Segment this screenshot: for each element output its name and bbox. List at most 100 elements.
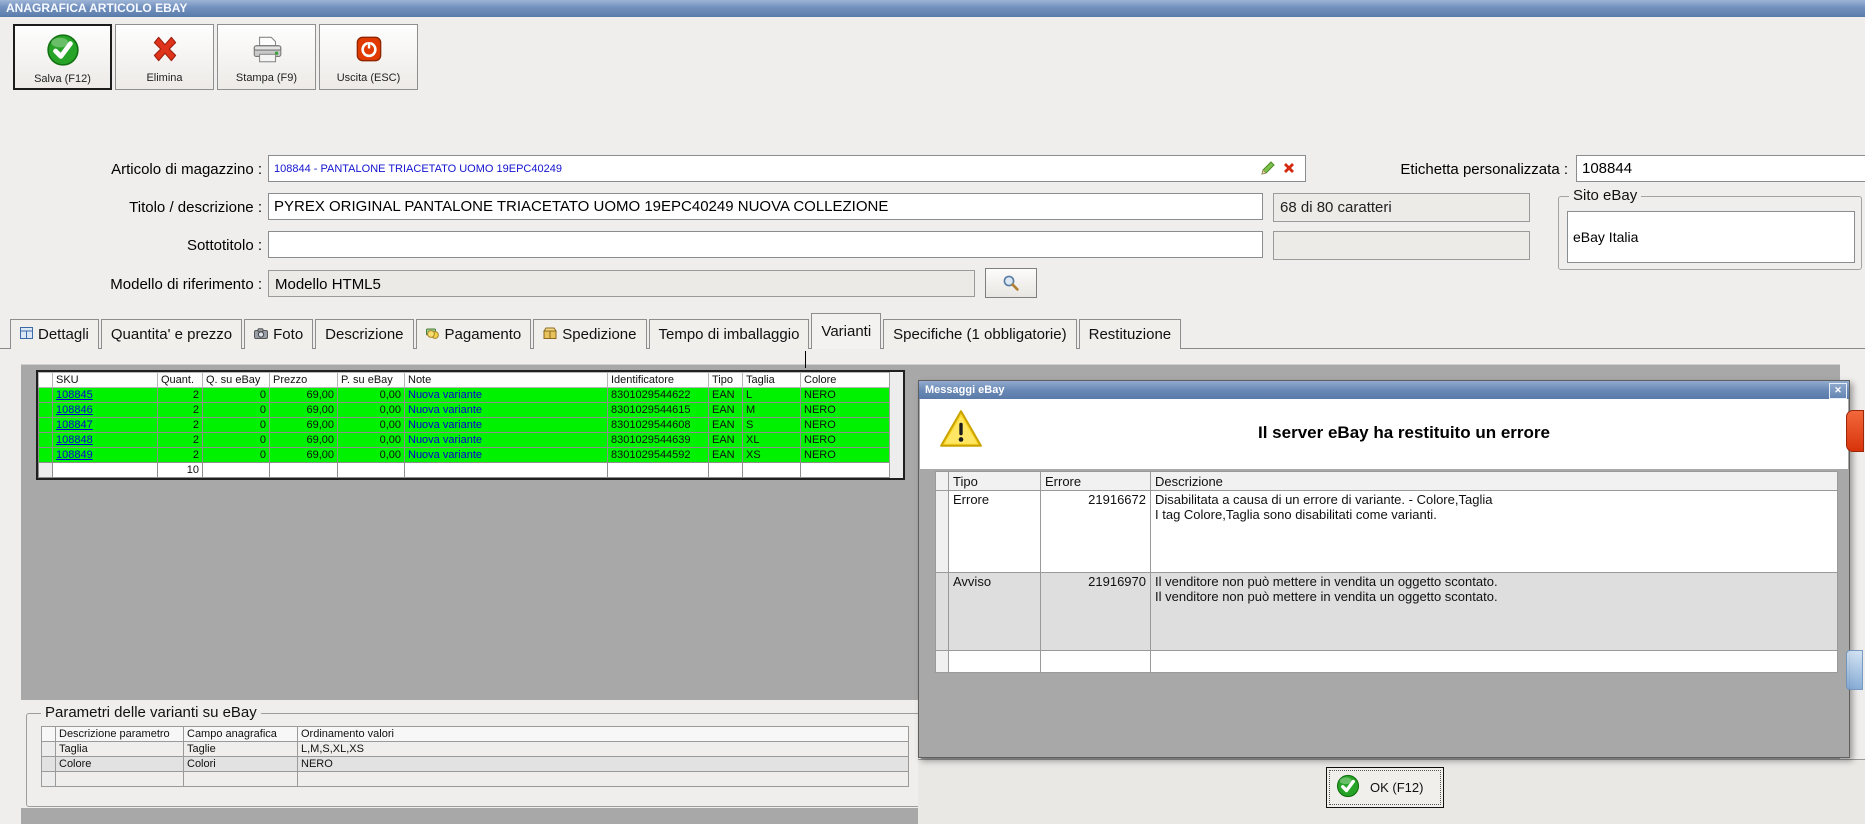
row-selector <box>38 387 53 403</box>
sku-link[interactable]: 108848 <box>56 434 93 446</box>
modello-input[interactable]: Modello HTML5 <box>268 270 975 297</box>
variant-row[interactable]: 108849 2 0 69,00 0,00 Nuova variante 830… <box>38 447 890 463</box>
cell-ordinamento: NERO <box>297 756 909 772</box>
tab-dettagli[interactable]: Dettagli <box>10 319 99 349</box>
tab-quantita-e-prezzo[interactable]: Quantita' e prezzo <box>100 319 243 349</box>
modello-label: Modello di riferimento : <box>110 276 262 293</box>
cell-qebay: 0 <box>202 402 270 418</box>
variant-row[interactable]: 108848 2 0 69,00 0,00 Nuova variante 830… <box>38 432 890 448</box>
tab-tempo-di-imballaggio[interactable]: Tempo di imballaggio <box>648 319 810 349</box>
parametri-table: Descrizione parametro Campo anagrafica O… <box>41 726 909 787</box>
tab-specifiche[interactable]: Specifiche (1 obbligatorie) <box>883 319 1077 349</box>
clear-x-icon[interactable] <box>1281 160 1297 176</box>
row-selector <box>41 741 56 757</box>
ok-button[interactable]: OK (F12) <box>1326 767 1444 808</box>
dialog-close-button[interactable]: ✕ <box>1829 383 1847 399</box>
variants-vertical-scrollbar[interactable] <box>889 372 903 478</box>
articolo-field-wrap <box>268 155 1306 182</box>
titolo-input[interactable] <box>268 193 1263 220</box>
print-button-label: Stampa (F9) <box>235 72 298 84</box>
tab-spedizione[interactable]: Spedizione <box>533 319 647 349</box>
cell-note: Nuova variante <box>404 447 608 463</box>
message-row-errore[interactable]: Errore 21916672 Disabilitata a causa di … <box>935 490 1838 573</box>
cell-identificatore: 8301029544615 <box>607 402 709 418</box>
sku-link[interactable]: 108846 <box>56 404 93 416</box>
tab-foto[interactable]: Foto <box>244 319 314 349</box>
cell-qebay: 0 <box>202 387 270 403</box>
col-q-su-ebay: Q. su eBay <box>202 372 270 388</box>
cell-colore: NERO <box>800 402 890 418</box>
app-window: ANAGRAFICA ARTICOLO EBAY Salva (F12) Eli… <box>0 0 1865 824</box>
money-icon <box>425 326 440 343</box>
col-p-su-ebay: P. su eBay <box>337 372 405 388</box>
edit-pencil-icon[interactable] <box>1260 160 1276 176</box>
variants-header-row: SKU Quant. Q. su eBay Prezzo P. su eBay … <box>38 372 890 388</box>
cell-identificatore: 8301029544639 <box>607 432 709 448</box>
dialog-title: Messaggi eBay <box>925 384 1005 396</box>
tab-varianti[interactable]: Varianti <box>811 313 882 349</box>
articolo-input[interactable] <box>268 155 1306 182</box>
cell-note: Nuova variante <box>404 402 608 418</box>
variant-row[interactable]: 108847 2 0 69,00 0,00 Nuova variante 830… <box>38 417 890 433</box>
cell-qebay: 0 <box>202 417 270 433</box>
save-check-icon <box>46 33 80 67</box>
sku-link[interactable]: 108845 <box>56 389 93 401</box>
message-row-empty <box>935 650 1838 673</box>
row-selector <box>41 756 56 772</box>
cell-pebay: 0,00 <box>337 447 405 463</box>
dialog-footer-strip: OK (F12) <box>918 759 1865 824</box>
sku-link[interactable]: 108847 <box>56 419 93 431</box>
col-taglia: Taglia <box>742 372 801 388</box>
empty-counter-box <box>1273 231 1530 260</box>
cell-colore: NERO <box>800 387 890 403</box>
cell-pebay: 0,00 <box>337 402 405 418</box>
row-selector <box>38 462 53 478</box>
row-selector <box>38 417 53 433</box>
cell-taglia: M <box>742 402 801 418</box>
cell-colore: NERO <box>800 432 890 448</box>
messages-header-row: Tipo Errore Descrizione <box>935 471 1838 491</box>
cell-descrizione: Colore <box>55 756 184 772</box>
save-button[interactable]: Salva (F12) <box>13 24 112 90</box>
etichetta-label: Etichetta personalizzata : <box>1400 161 1568 178</box>
message-row-avviso[interactable]: Avviso 21916970 Il venditore non può met… <box>935 572 1838 651</box>
cell-colore: NERO <box>800 447 890 463</box>
cell-note: Nuova variante <box>404 432 608 448</box>
parametro-row[interactable]: Taglia Taglie L,M,S,XL,XS <box>41 741 909 757</box>
variants-table: SKU Quant. Q. su eBay Prezzo P. su eBay … <box>38 372 890 478</box>
tab-strip: Dettagli Quantita' e prezzo Foto Descriz… <box>10 313 1183 349</box>
cell-tipo: Errore <box>948 490 1041 573</box>
col-ordinamento-valori: Ordinamento valori <box>297 726 909 742</box>
etichetta-input[interactable] <box>1576 155 1865 182</box>
sito-ebay-group: Sito eBay <box>1558 187 1862 270</box>
tab-pagamento[interactable]: Pagamento <box>415 319 532 349</box>
col-descrizione: Descrizione <box>1150 471 1838 491</box>
exit-button[interactable]: Uscita (ESC) <box>319 24 418 90</box>
sku-link[interactable]: 108849 <box>56 449 93 461</box>
cell-campo: Colori <box>183 756 298 772</box>
variant-row[interactable]: 108845 2 0 69,00 0,00 Nuova variante 830… <box>38 387 890 403</box>
delete-button[interactable]: Elimina <box>115 24 214 90</box>
tab-descrizione[interactable]: Descrizione <box>315 319 414 349</box>
col-descrizione-parametro: Descrizione parametro <box>55 726 184 742</box>
print-button[interactable]: Stampa (F9) <box>217 24 316 90</box>
sito-ebay-input[interactable] <box>1567 211 1855 263</box>
cell-identificatore: 8301029544592 <box>607 447 709 463</box>
cell-descrizione: Taglia <box>55 741 184 757</box>
save-button-label: Salva (F12) <box>34 73 91 85</box>
ok-button-label: OK (F12) <box>1370 780 1424 795</box>
exit-button-label: Uscita (ESC) <box>336 72 401 84</box>
cell-pebay: 0,00 <box>337 432 405 448</box>
variant-row[interactable]: 108846 2 0 69,00 0,00 Nuova variante 830… <box>38 402 890 418</box>
sottotitolo-input[interactable] <box>268 231 1263 258</box>
parametro-row[interactable]: Colore Colori NERO <box>41 756 909 772</box>
dialog-header-area: Il server eBay ha restituito un errore <box>920 399 1848 469</box>
modello-search-button[interactable] <box>985 268 1037 298</box>
tab-restituzione[interactable]: Restituzione <box>1078 319 1182 349</box>
cell-tipo: EAN <box>708 447 743 463</box>
cell-pebay: 0,00 <box>337 387 405 403</box>
row-selector <box>935 650 949 673</box>
cell-descrizione: Disabilitata a causa di un errore di var… <box>1150 490 1838 573</box>
parametri-group-label: Parametri delle varianti su eBay <box>41 704 261 721</box>
col-prezzo: Prezzo <box>269 372 338 388</box>
